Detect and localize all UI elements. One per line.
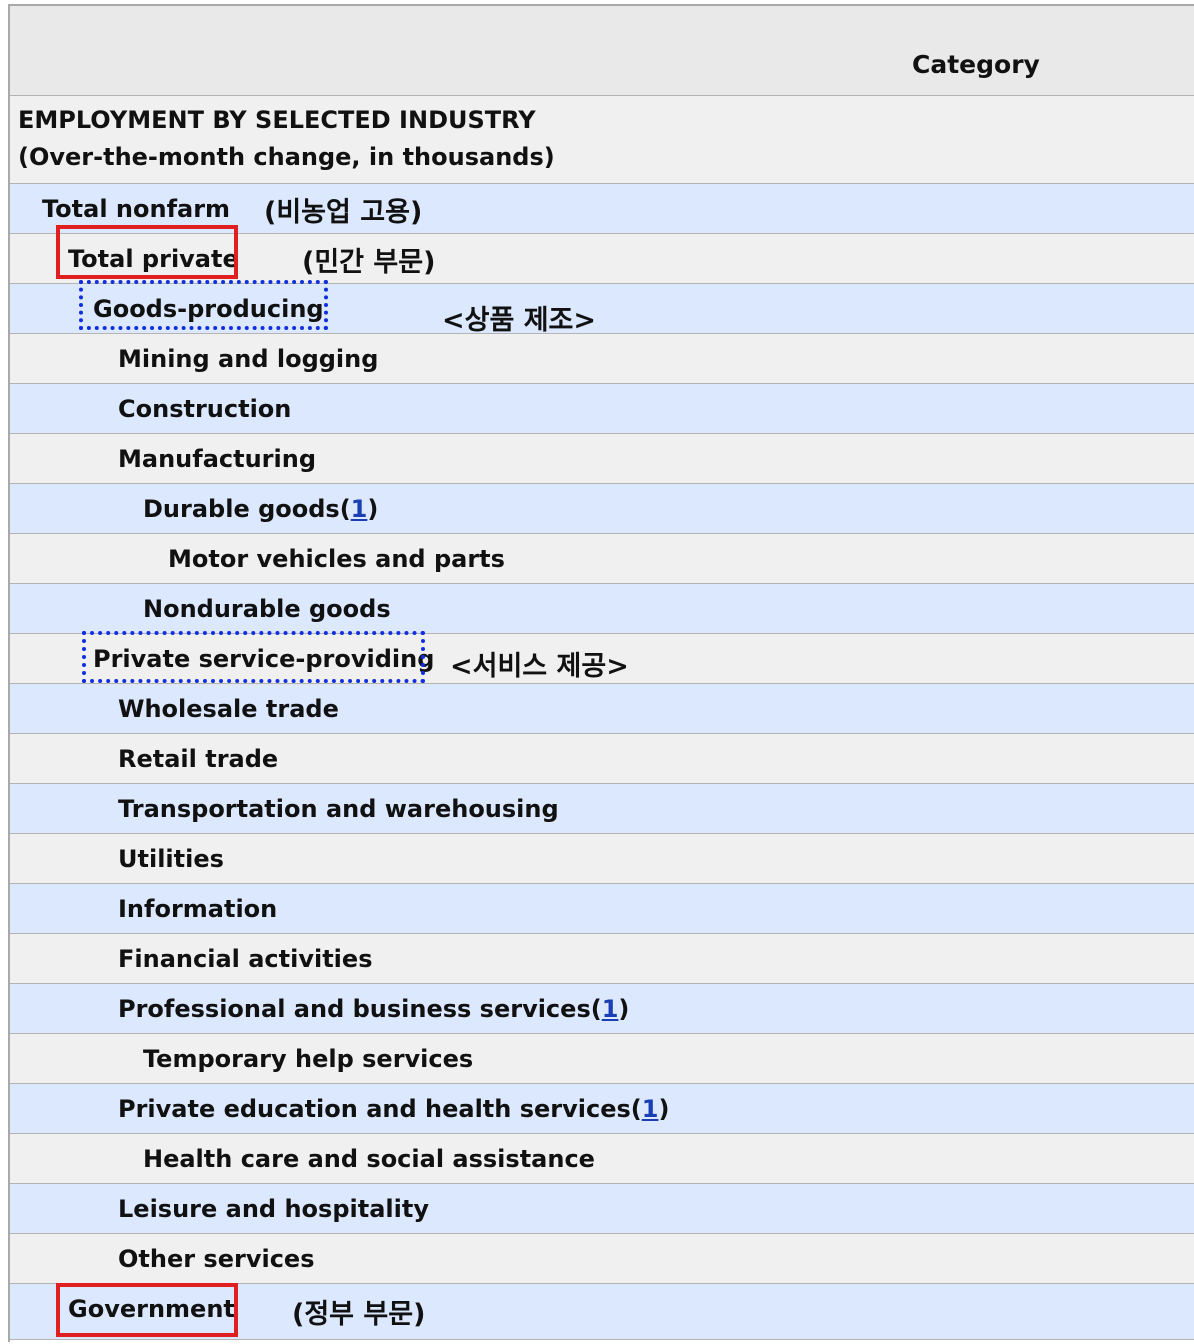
table-row-manufacturing: Manufacturing	[10, 434, 1194, 484]
table-row-utilities: Utilities	[10, 834, 1194, 884]
table-row-professional-business: Professional and business services(1)	[10, 984, 1194, 1034]
category-column-header: Category	[912, 50, 1040, 79]
section-subtitle: (Over-the-month change, in thousands)	[18, 143, 555, 171]
row-label: Leisure and hospitality	[118, 1195, 429, 1223]
row-label: Information	[118, 895, 278, 923]
highlight-box-private-service-providing	[82, 631, 425, 683]
table-row-nondurable-goods: Nondurable goods	[10, 584, 1194, 634]
korean-note: (민간 부문)	[302, 247, 436, 278]
table-row-health-care: Health care and social assistance	[10, 1134, 1194, 1184]
table-row-financial-activities: Financial activities	[10, 934, 1194, 984]
highlight-box-total-private	[56, 225, 238, 279]
table-row-construction: Construction	[10, 384, 1194, 434]
footnote-link[interactable]: 1	[602, 995, 619, 1023]
highlight-box-goods-producing	[79, 280, 328, 330]
row-label: Utilities	[118, 845, 224, 873]
highlight-box-government	[56, 1283, 238, 1337]
footnote-link[interactable]: 1	[642, 1095, 659, 1123]
row-label: Retail trade	[118, 745, 279, 773]
row-label: Construction	[118, 395, 292, 423]
table-header: Category	[10, 6, 1194, 96]
row-label-text: Durable goods	[143, 495, 340, 523]
row-label: Durable goods(1)	[143, 495, 379, 523]
table-row-motor-vehicles: Motor vehicles and parts	[10, 534, 1194, 584]
row-label: Wholesale trade	[118, 695, 339, 723]
table-row-durable-goods: Durable goods(1)	[10, 484, 1194, 534]
table-row-temporary-help: Temporary help services	[10, 1034, 1194, 1084]
row-label: Manufacturing	[118, 445, 316, 473]
table-row-transportation: Transportation and warehousing	[10, 784, 1194, 834]
row-label: Motor vehicles and parts	[168, 545, 505, 573]
row-label: Private education and health services(1)	[118, 1095, 670, 1123]
table-row-private-education-health: Private education and health services(1)	[10, 1084, 1194, 1134]
korean-note: <서비스 제공>	[450, 651, 629, 682]
row-label: Temporary help services	[143, 1045, 474, 1073]
table-row-leisure-hospitality: Leisure and hospitality	[10, 1184, 1194, 1234]
table-row-information: Information	[10, 884, 1194, 934]
row-label: Professional and business services(1)	[118, 995, 630, 1023]
table-row-other-services: Other services	[10, 1234, 1194, 1284]
section-title: EMPLOYMENT BY SELECTED INDUSTRY	[18, 106, 536, 134]
table-row-wholesale-trade: Wholesale trade	[10, 684, 1194, 734]
korean-note: (정부 부문)	[292, 1299, 426, 1330]
row-label: Nondurable goods	[143, 595, 391, 623]
row-label: Total nonfarm	[42, 195, 231, 223]
row-label-text: Private education and health services	[118, 1095, 631, 1123]
row-label: Mining and logging	[118, 345, 379, 373]
row-label: Financial activities	[118, 945, 373, 973]
section-heading: EMPLOYMENT BY SELECTED INDUSTRY (Over-th…	[10, 96, 1194, 184]
korean-note: (비농업 고용)	[264, 197, 423, 228]
footnote-link[interactable]: 1	[351, 495, 368, 523]
table-row-retail-trade: Retail trade	[10, 734, 1194, 784]
korean-note: <상품 제조>	[442, 305, 597, 336]
row-label-text: Professional and business services	[118, 995, 591, 1023]
row-label: Other services	[118, 1245, 315, 1273]
table-row-mining-and-logging: Mining and logging	[10, 334, 1194, 384]
row-label: Transportation and warehousing	[118, 795, 559, 823]
row-label: Health care and social assistance	[143, 1145, 595, 1173]
